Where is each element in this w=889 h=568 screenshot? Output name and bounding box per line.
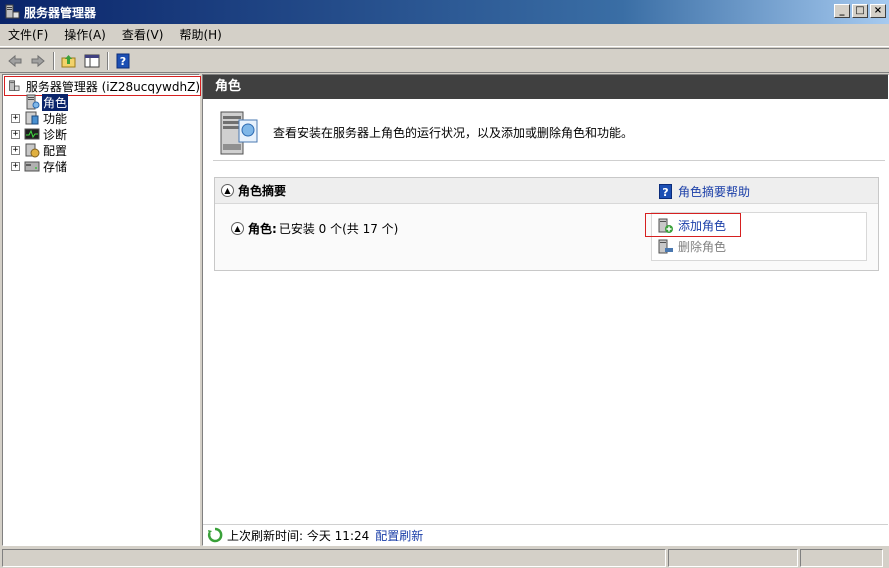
roles-status-row: ▲ 角色: 已安装 0 个(共 17 个) bbox=[231, 220, 398, 237]
refresh-icon bbox=[207, 527, 223, 543]
close-icon: × bbox=[873, 5, 883, 16]
collapse-icon[interactable]: ▲ bbox=[221, 184, 234, 197]
last-refresh-text: 上次刷新时间: 今天 11:24 bbox=[227, 528, 370, 543]
tree-item-label: 角色 bbox=[42, 93, 69, 111]
menu-file[interactable]: 文件(F) bbox=[0, 25, 56, 45]
maximize-icon: □ bbox=[855, 5, 865, 16]
back-icon bbox=[8, 54, 22, 67]
tree-item-label: 功能 bbox=[43, 111, 68, 126]
remove-roles-icon bbox=[658, 239, 673, 253]
tree-item-storage[interactable]: + 存储 bbox=[11, 158, 68, 174]
remove-roles-label: 删除角色 bbox=[678, 240, 727, 254]
server-roles-icon bbox=[220, 111, 258, 154]
toolbar-separator bbox=[53, 51, 55, 70]
add-roles-highlight bbox=[645, 213, 741, 237]
minimize-icon: _ bbox=[839, 5, 845, 16]
forward-button[interactable] bbox=[27, 50, 49, 72]
toolbar: ? bbox=[0, 48, 889, 73]
up-folder-icon bbox=[61, 54, 76, 67]
roles-summary-help-link[interactable]: ? 角色摘要帮助 bbox=[659, 183, 750, 200]
help-icon: ? bbox=[116, 53, 130, 68]
status-cell-2 bbox=[668, 548, 798, 567]
diagnostics-icon bbox=[24, 128, 40, 140]
help-icon: ? bbox=[659, 184, 672, 199]
roles-label: 角色: bbox=[248, 222, 277, 236]
menu-action[interactable]: 操作(A) bbox=[56, 25, 114, 45]
help-link-label: 角色摘要帮助 bbox=[678, 185, 751, 199]
configuration-icon bbox=[25, 143, 40, 158]
expand-icon[interactable]: + bbox=[11, 145, 20, 155]
expand-icon[interactable]: + bbox=[11, 161, 20, 171]
remove-roles-link[interactable]: 删除角色 bbox=[658, 238, 726, 255]
maximize-button[interactable]: □ bbox=[852, 4, 868, 18]
tree-item-configuration[interactable]: + 配置 bbox=[11, 142, 68, 158]
roles-status: 已安装 0 个(共 17 个) bbox=[278, 222, 399, 236]
server-manager-icon bbox=[5, 4, 20, 19]
tree-root-label: 服务器管理器 (iZ28ucqywdhZ) bbox=[25, 79, 200, 94]
window-title: 服务器管理器 bbox=[24, 5, 97, 20]
back-button[interactable] bbox=[4, 50, 26, 72]
collapse-icon[interactable]: ▲ bbox=[231, 222, 244, 235]
tree-item-label: 诊断 bbox=[43, 127, 68, 142]
menu-view[interactable]: 查看(V) bbox=[114, 25, 172, 45]
tree-item-features[interactable]: + 功能 bbox=[11, 110, 68, 126]
menu-bar: 文件(F) 操作(A) 查看(V) 帮助(H) bbox=[0, 24, 889, 47]
status-cell-3 bbox=[800, 548, 883, 567]
status-bar bbox=[0, 547, 889, 568]
show-hide-tree-button[interactable] bbox=[81, 50, 103, 72]
roles-summary-title: 角色摘要 bbox=[238, 184, 287, 198]
server-manager-icon bbox=[9, 80, 20, 91]
menu-help[interactable]: 帮助(H) bbox=[171, 25, 229, 45]
pane-header: 角色 bbox=[203, 75, 888, 99]
title-bar: 服务器管理器 _ □ × bbox=[0, 0, 889, 24]
intro-section: 查看安装在服务器上角色的运行状况，以及添加或删除角色和功能。 bbox=[213, 105, 885, 161]
navigation-tree: 服务器管理器 (iZ28ucqywdhZ) 角色 + 功能 + 诊断 + 配置 … bbox=[2, 74, 201, 546]
roles-icon bbox=[26, 94, 40, 110]
close-button[interactable]: × bbox=[870, 4, 886, 18]
features-icon bbox=[25, 111, 39, 125]
intro-text: 查看安装在服务器上角色的运行状况，以及添加或删除角色和功能。 bbox=[273, 126, 634, 140]
tree-item-roles[interactable]: 角色 bbox=[11, 93, 69, 111]
toolbar-separator bbox=[107, 51, 109, 70]
tree-root-server-manager[interactable]: 服务器管理器 (iZ28ucqywdhZ) bbox=[4, 76, 201, 96]
tree-item-label: 存储 bbox=[43, 159, 68, 174]
expand-icon[interactable]: + bbox=[11, 129, 20, 139]
refresh-bar: 上次刷新时间: 今天 11:24 配置刷新 bbox=[203, 524, 888, 545]
svg-text:?: ? bbox=[120, 55, 126, 68]
forward-icon bbox=[31, 54, 45, 67]
up-folder-button[interactable] bbox=[58, 50, 80, 72]
expand-icon[interactable]: + bbox=[11, 113, 20, 123]
tree-item-diagnostics[interactable]: + 诊断 bbox=[11, 126, 68, 142]
show-hide-tree-icon bbox=[84, 54, 100, 67]
help-button[interactable]: ? bbox=[112, 50, 134, 72]
roles-summary-panel: ▲ 角色摘要 ? 角色摘要帮助 ▲ 角色: 已安装 0 个(共 17 个) 添加… bbox=[214, 177, 879, 271]
tree-item-label: 配置 bbox=[43, 143, 68, 158]
roles-summary-header: ▲ 角色摘要 ? 角色摘要帮助 bbox=[215, 178, 878, 204]
minimize-button[interactable]: _ bbox=[834, 4, 850, 18]
content-pane: 角色 查看安装在服务器上角色的运行状况，以及添加或删除角色和功能。 ▲ 角色摘要… bbox=[202, 74, 889, 546]
status-cell-main bbox=[2, 548, 666, 567]
storage-icon bbox=[24, 161, 40, 172]
configure-refresh-link[interactable]: 配置刷新 bbox=[375, 527, 423, 544]
